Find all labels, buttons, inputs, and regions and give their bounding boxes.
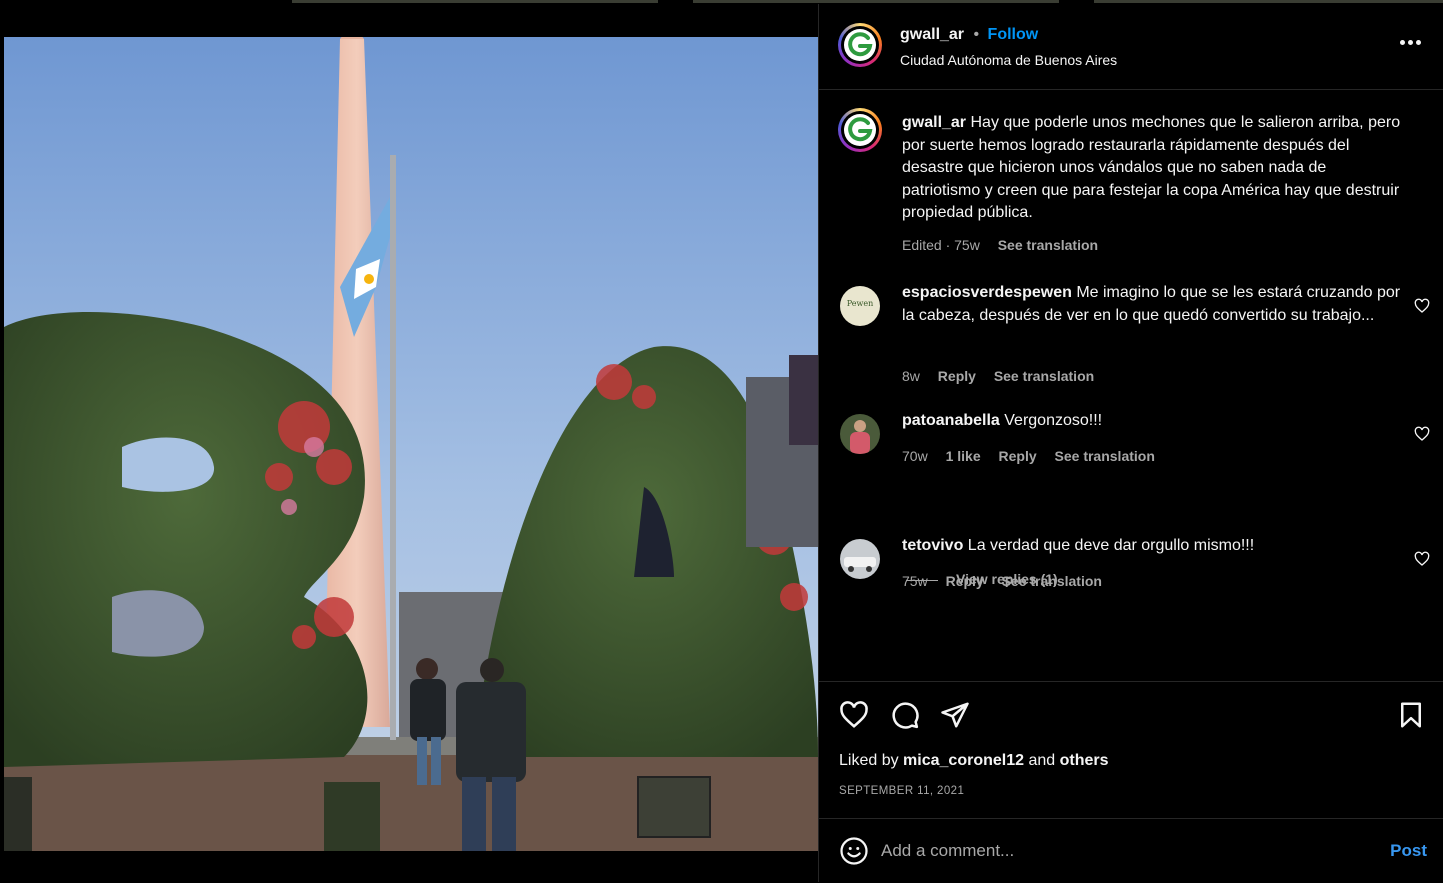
comments-list[interactable]: gwall_ar Hay que poderle unos mechones q…	[819, 90, 1443, 682]
comment-icon[interactable]	[890, 700, 920, 730]
liked-by-others[interactable]: others	[1060, 752, 1109, 769]
post-image[interactable]	[4, 37, 818, 851]
commenter-avatar[interactable]: Pewen	[840, 286, 880, 326]
commenter-avatar[interactable]	[840, 539, 880, 579]
author-avatar[interactable]	[838, 23, 882, 67]
comment-heart-icon[interactable]	[1414, 551, 1430, 567]
liked-by-user[interactable]: mica_coronel12	[903, 752, 1024, 769]
author-username[interactable]: gwall_ar	[900, 26, 964, 43]
comment-age[interactable]: 70w	[902, 448, 928, 464]
see-translation-link[interactable]: See translation	[994, 368, 1094, 384]
comment-age[interactable]: 75w	[902, 573, 928, 589]
emoji-icon[interactable]	[839, 836, 869, 866]
post-actions: Liked by mica_coronel12 and others SEPTE…	[819, 681, 1443, 819]
likes-and: and	[1028, 752, 1056, 769]
comment-text: Vergonzoso!!!	[1004, 412, 1103, 429]
gwall-logo-icon	[844, 114, 876, 146]
see-translation-link[interactable]: See translation	[998, 237, 1098, 253]
comment-input[interactable]	[879, 837, 1353, 865]
heart-icon[interactable]	[839, 700, 869, 730]
see-translation-link[interactable]: See translation	[1002, 573, 1102, 589]
more-options-icon[interactable]	[1400, 40, 1422, 46]
reply-button[interactable]: Reply	[999, 448, 1037, 464]
bookmark-icon[interactable]	[1396, 700, 1426, 730]
follow-button[interactable]: Follow	[988, 26, 1039, 43]
comment-text: La verdad que deve dar orgullo mismo!!!	[967, 537, 1255, 554]
comment-username[interactable]: patoanabella	[902, 412, 1000, 429]
caption-text: Hay que poderle unos mechones que le sal…	[902, 114, 1401, 222]
commenter-avatar[interactable]	[840, 414, 880, 454]
comment-username[interactable]: espaciosverdespewen	[902, 284, 1072, 301]
comment-username[interactable]: tetovivo	[902, 537, 963, 554]
gwall-logo-icon	[844, 29, 876, 61]
caption-avatar[interactable]	[838, 108, 882, 152]
post-comment-button[interactable]: Post	[1390, 841, 1427, 861]
post-location[interactable]: Ciudad Autónoma de Buenos Aires	[900, 52, 1117, 68]
post-detail-panel: gwall_ar • Follow Ciudad Autónoma de Bue…	[818, 4, 1443, 882]
caption-username[interactable]: gwall_ar	[902, 114, 966, 131]
post-header: gwall_ar • Follow Ciudad Autónoma de Bue…	[819, 4, 1443, 90]
reply-button[interactable]: Reply	[946, 573, 984, 589]
share-icon[interactable]	[940, 700, 970, 730]
caption-edited: Edited · 75w	[902, 237, 980, 253]
add-comment-bar: Post	[819, 818, 1443, 883]
dot-separator: •	[973, 26, 980, 43]
see-translation-link[interactable]: See translation	[1055, 448, 1155, 464]
reply-button[interactable]: Reply	[938, 368, 976, 384]
comment-age[interactable]: 8w	[902, 368, 920, 384]
comment-heart-icon[interactable]	[1414, 298, 1430, 314]
likes-summary: Liked by mica_coronel12 and others	[839, 752, 1109, 770]
avatar-logo-text: Pewen	[846, 299, 874, 308]
post-date[interactable]: SEPTEMBER 11, 2021	[839, 785, 964, 797]
comment-likes[interactable]: 1 like	[946, 448, 981, 464]
comment-heart-icon[interactable]	[1414, 426, 1430, 442]
likes-prefix: Liked by	[839, 752, 899, 769]
